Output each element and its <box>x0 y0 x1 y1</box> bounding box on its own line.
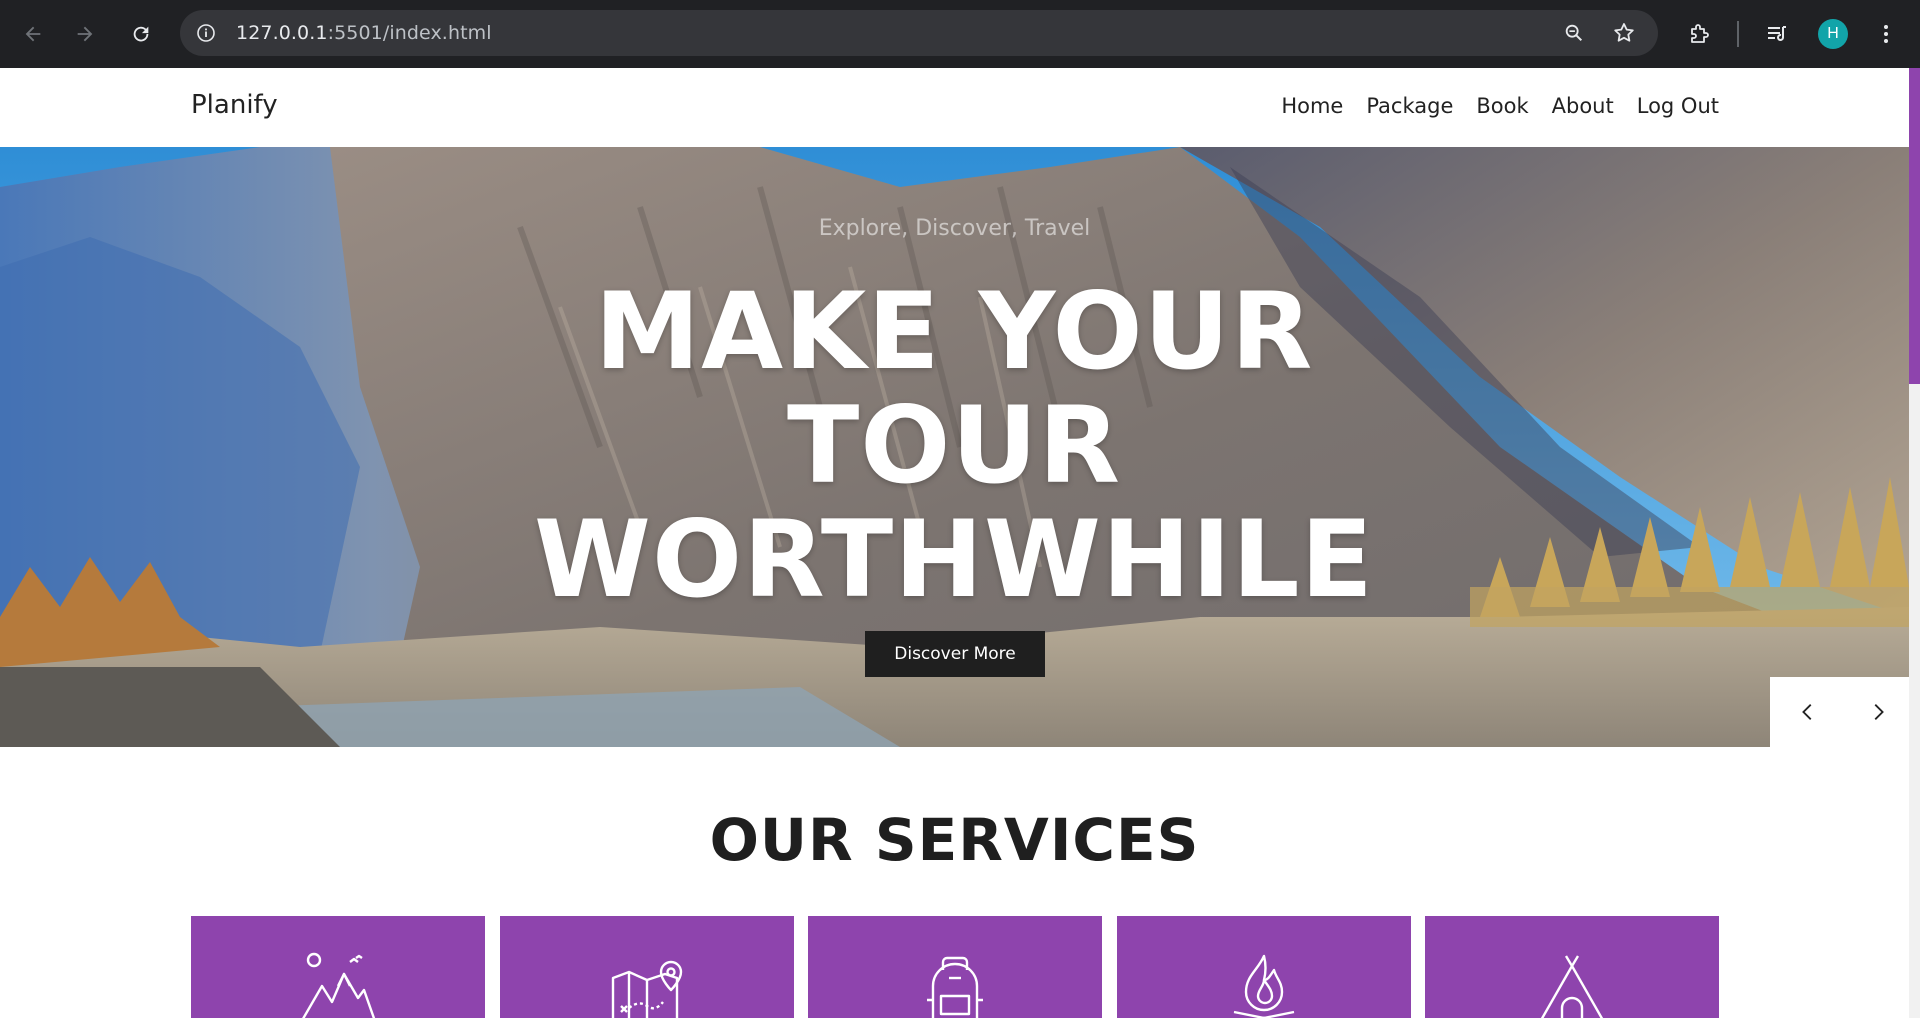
hero-title: MAKE YOUR TOUR WORTHWHILE <box>404 275 1504 617</box>
url-text[interactable]: 127.0.0.1:5501/index.html <box>236 22 492 44</box>
page-scrollbar[interactable] <box>1909 68 1920 1018</box>
nav-link-book[interactable]: Book <box>1476 94 1528 118</box>
service-card-backpack[interactable] <box>808 916 1102 1018</box>
profile-avatar[interactable]: H <box>1818 19 1848 49</box>
bookmark-star-icon <box>1614 23 1634 42</box>
url-host: 127.0.0.1 <box>236 22 328 44</box>
site-info-icon <box>197 24 215 42</box>
extensions-button[interactable] <box>1681 16 1717 52</box>
media-controls-icon <box>1768 26 1786 41</box>
discover-more-button[interactable]: Discover More <box>865 631 1045 677</box>
carousel-controls <box>1770 677 1909 747</box>
zoom-button[interactable] <box>1562 21 1586 45</box>
service-card-mountains[interactable] <box>191 916 485 1018</box>
bookmark-button[interactable] <box>1612 21 1636 45</box>
main-menu: Home Package Book About Log Out <box>1258 94 1719 118</box>
hero-title-line-1: MAKE YOUR <box>594 270 1314 393</box>
page-viewport: Planify Home Package Book About Log Out <box>0 68 1920 1018</box>
campfire-icon <box>1233 954 1295 1018</box>
hero-title-line-2: TOUR <box>786 384 1122 507</box>
reload-button[interactable] <box>123 16 159 52</box>
toolbar-divider <box>1737 21 1739 47</box>
back-icon <box>25 26 41 42</box>
carousel-prev-button[interactable] <box>1796 700 1820 724</box>
chevron-left-icon <box>1802 704 1812 720</box>
site-navbar: Planify Home Package Book About Log Out <box>0 68 1909 147</box>
map-pin-icon <box>611 960 683 1018</box>
service-card-campfire[interactable] <box>1117 916 1411 1018</box>
service-card-tent[interactable] <box>1425 916 1719 1018</box>
back-button[interactable] <box>15 16 51 52</box>
scrollbar-thumb[interactable] <box>1909 68 1920 384</box>
brand-logo[interactable]: Planify <box>191 90 278 120</box>
nav-link-package[interactable]: Package <box>1366 94 1453 118</box>
carousel-next-button[interactable] <box>1866 700 1890 724</box>
services-heading: OUR SERVICES <box>709 806 1200 874</box>
forward-button[interactable] <box>67 16 103 52</box>
nav-link-home[interactable]: Home <box>1281 94 1343 118</box>
backpack-icon <box>927 956 983 1018</box>
tent-icon <box>1540 955 1604 1018</box>
hero-carousel: Explore, Discover, Travel MAKE YOUR TOUR… <box>0 147 1909 747</box>
browser-toolbar: 127.0.0.1:5501/index.html H <box>0 0 1920 68</box>
nav-link-about[interactable]: About <box>1552 94 1614 118</box>
media-controls-button[interactable] <box>1759 16 1795 52</box>
mountains-icon <box>302 952 376 1018</box>
extensions-icon <box>1691 24 1709 43</box>
nav-link-logout[interactable]: Log Out <box>1637 94 1719 118</box>
chevron-right-icon <box>1874 704 1884 720</box>
forward-icon <box>77 26 93 42</box>
more-menu-button[interactable] <box>1868 16 1904 52</box>
hero-title-line-3: WORTHWHILE <box>534 498 1374 621</box>
service-card-map[interactable] <box>500 916 794 1018</box>
reload-icon <box>133 26 149 42</box>
hero-subtitle: Explore, Discover, Travel <box>818 216 1091 241</box>
site-info-button[interactable] <box>194 21 218 45</box>
address-bar[interactable]: 127.0.0.1:5501/index.html <box>180 10 1658 56</box>
url-path: :5501/index.html <box>327 22 492 44</box>
zoom-icon <box>1565 24 1583 42</box>
more-menu-icon <box>1884 25 1888 43</box>
